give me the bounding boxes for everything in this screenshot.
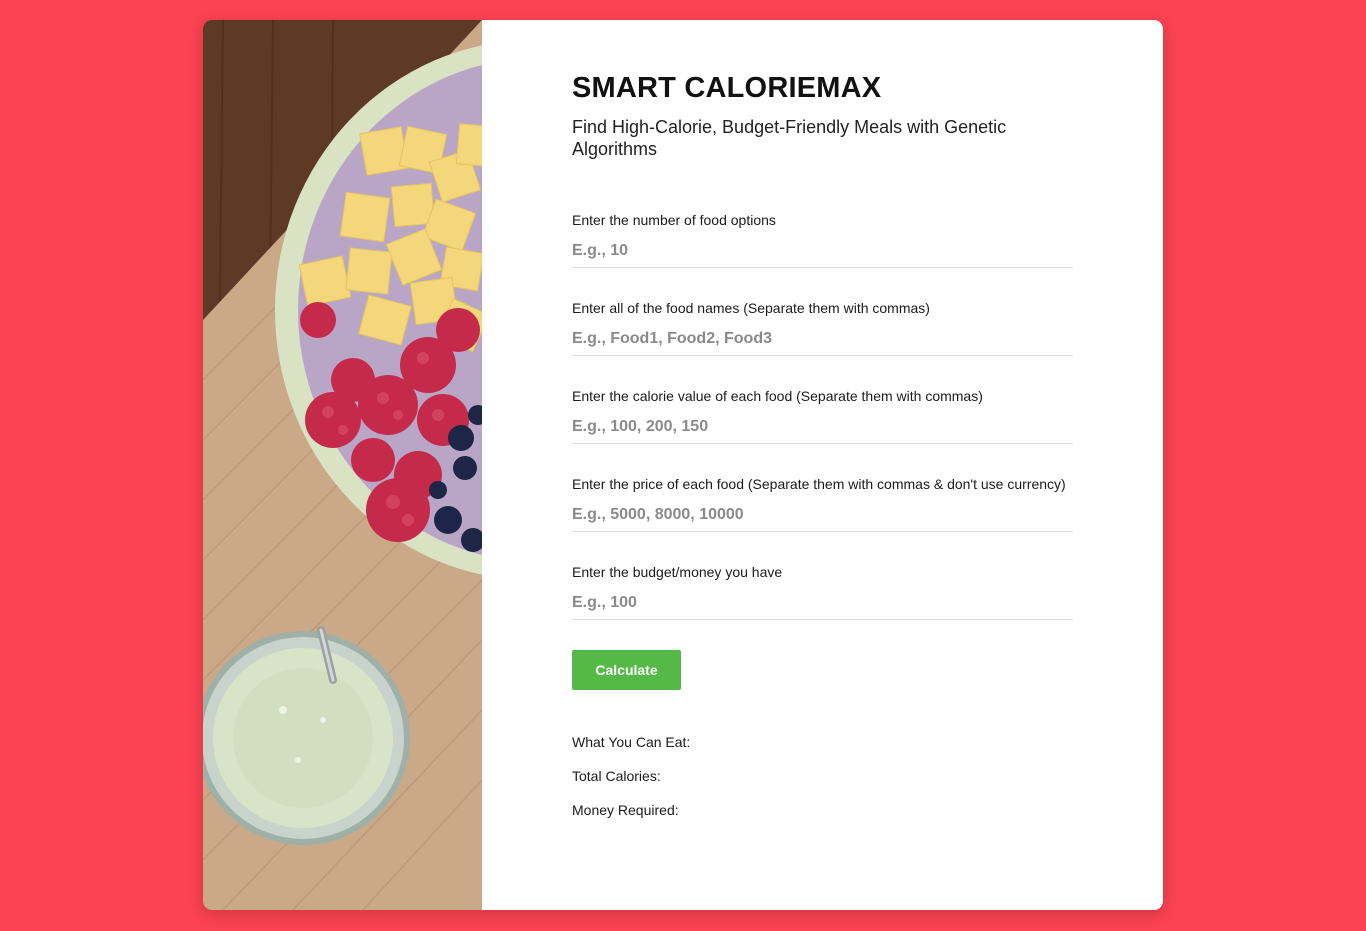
food-count-label: Enter the number of food options [572,212,776,228]
food-names-label: Enter all of the food names (Separate th… [572,300,930,316]
field-budget: Enter the budget/money you have [572,562,1073,620]
field-calories: Enter the calorie value of each food (Se… [572,386,1073,444]
calories-label: Enter the calorie value of each food (Se… [572,388,983,404]
food-count-input[interactable] [572,234,1073,268]
field-prices: Enter the price of each food (Separate t… [572,474,1073,532]
calories-input[interactable] [572,410,1073,444]
calculate-button[interactable]: Calculate [572,650,681,690]
result-money-required: Money Required: [572,802,679,818]
page-title: SMART CALORIEMAX [572,72,882,104]
field-food-names: Enter all of the food names (Separate th… [572,298,1073,356]
food-names-input[interactable] [572,322,1073,356]
result-total-calories: Total Calories: [572,768,661,784]
prices-label: Enter the price of each food (Separate t… [572,476,1066,492]
calorie-form: SMART CALORIEMAX Find High-Calorie, Budg… [572,70,1073,834]
results-section: What You Can Eat: Total Calories: Money … [572,732,1073,820]
field-food-count: Enter the number of food options [572,210,1073,268]
budget-input[interactable] [572,586,1073,620]
main-card: SMART CALORIEMAX Find High-Calorie, Budg… [203,20,1163,910]
budget-label: Enter the budget/money you have [572,564,783,580]
page-subtitle: Find High-Calorie, Budget-Friendly Meals… [572,117,1007,159]
prices-input[interactable] [572,498,1073,532]
result-foods: What You Can Eat: [572,734,691,750]
food-photo [203,20,482,910]
